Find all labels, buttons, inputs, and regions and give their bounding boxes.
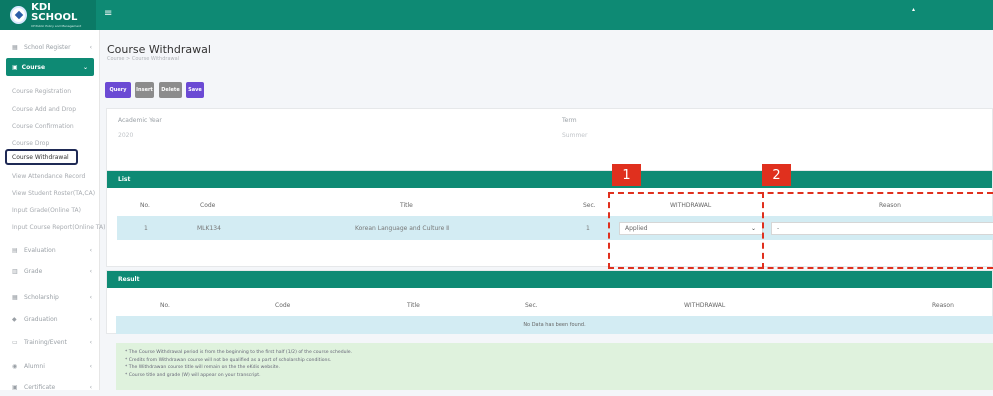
- sidebar-item-label: Evaluation: [24, 246, 56, 254]
- sidebar-subitem-input-grade[interactable]: Input Grade(Online TA): [12, 207, 81, 214]
- result-col-no: No.: [160, 302, 170, 309]
- sidebar-item-training-event[interactable]: ▭ Training/Event ‹: [0, 333, 100, 351]
- sidebar-subitem-attendance[interactable]: View Attendance Record: [12, 173, 85, 180]
- sidebar-item-course[interactable]: ▣ Course ⌄: [6, 58, 94, 76]
- chevron-left-icon: ‹: [89, 315, 92, 323]
- annotation-marker-2: 2: [762, 164, 791, 186]
- chevron-left-icon: ‹: [89, 43, 92, 51]
- course-icon: ▣: [12, 63, 18, 71]
- sidebar-subitem-course-confirmation[interactable]: Course Confirmation: [12, 123, 74, 130]
- logo[interactable]: KDI SCHOOL Of Public Policy and Manageme…: [0, 0, 96, 30]
- sidebar-subitem-course-add-drop[interactable]: Course Add and Drop: [12, 106, 76, 113]
- sidebar-item-school-register[interactable]: ▦ School Register ‹: [0, 38, 100, 56]
- scholarship-icon: ▦: [12, 293, 18, 301]
- chevron-left-icon: ‹: [89, 338, 92, 346]
- chevron-left-icon: ‹: [89, 362, 92, 370]
- grade-icon: ▥: [12, 267, 18, 275]
- sidebar-item-label: School Register: [24, 43, 71, 51]
- sidebar-subitem-student-roster[interactable]: View Student Roster(TA,CA): [12, 190, 95, 197]
- list-col-no: No.: [140, 202, 150, 209]
- sidebar-subitem-input-course-report[interactable]: Input Course Report(Online TA): [12, 224, 105, 231]
- alumni-icon: ◉: [12, 362, 18, 370]
- graduation-icon: ◆: [12, 315, 17, 323]
- delete-button[interactable]: Delete: [159, 82, 182, 98]
- result-col-sec: Sec.: [525, 302, 538, 309]
- sidebar-item-label: Course: [21, 63, 46, 71]
- list-cell-sec: 1: [586, 225, 590, 232]
- logo-subtitle: Of Public Policy and Management: [31, 23, 82, 28]
- list-col-title: Title: [400, 202, 413, 209]
- annotation-dashed-box: [608, 192, 993, 269]
- term-label: Term: [562, 117, 577, 124]
- sidebar-item-scholarship[interactable]: ▦ Scholarship ‹: [0, 288, 100, 306]
- sidebar-item-graduation[interactable]: ◆ Graduation ‹: [0, 310, 100, 328]
- page-title: Course Withdrawal: [107, 43, 211, 56]
- sidebar-subitem-course-withdrawal[interactable]: Course Withdrawal: [5, 149, 78, 165]
- result-col-reason: Reason: [932, 302, 954, 309]
- chevron-left-icon: ‹: [89, 267, 92, 275]
- logo-emblem-icon: [10, 6, 28, 24]
- sidebar-item-certificate[interactable]: ▣ Certificate ‹: [0, 378, 100, 396]
- sidebar-item-label: Training/Event: [24, 338, 67, 346]
- sidebar-subitem-course-drop[interactable]: Course Drop: [12, 140, 49, 147]
- sidebar-item-label: Certificate: [24, 383, 56, 391]
- result-header: Result: [107, 271, 992, 288]
- certificate-icon: ▣: [12, 383, 18, 391]
- sidebar-item-label: Scholarship: [24, 293, 59, 301]
- empty-result-message: No Data has been found.: [116, 316, 993, 334]
- sidebar-item-alumni[interactable]: ◉ Alumni ‹: [0, 357, 100, 375]
- chevron-down-icon: ⌄: [82, 63, 88, 71]
- academic-year-value[interactable]: 2020: [118, 132, 133, 139]
- result-col-withdrawal: WITHDRAWAL: [684, 302, 726, 309]
- save-button[interactable]: Save: [186, 82, 204, 98]
- notice-line: * Course title and grade (W) will appear…: [125, 372, 261, 378]
- training-icon: ▭: [12, 338, 18, 346]
- notice-box: * The Course Withdrawal period is from t…: [116, 343, 993, 390]
- notice-line: * The Withdrawan course title will remai…: [125, 365, 280, 370]
- breadcrumb: Course > Course Withdrawal: [107, 56, 180, 62]
- sidebar: ▦ School Register ‹ ▣ Course ⌄ Course Re…: [0, 30, 105, 391]
- list-col-code: Code: [200, 202, 216, 209]
- notice-line: * The Course Withdrawal period is from t…: [125, 350, 353, 355]
- annotation-dashed-divider: [762, 192, 764, 269]
- query-button[interactable]: Query: [105, 82, 131, 98]
- list-col-sec: Sec.: [583, 202, 596, 209]
- chevron-left-icon: ‹: [89, 383, 92, 391]
- sidebar-item-grade[interactable]: ▥ Grade ‹: [0, 262, 100, 280]
- academic-year-label: Academic Year: [118, 117, 162, 124]
- sidebar-subitem-course-registration[interactable]: Course Registration: [12, 88, 71, 95]
- hamburger-icon[interactable]: ≡: [104, 8, 112, 19]
- insert-button[interactable]: Insert: [135, 82, 154, 98]
- list-cell-no: 1: [144, 225, 148, 232]
- term-value[interactable]: Summer: [562, 132, 587, 139]
- sidebar-subitem-label: Course Withdrawal: [12, 153, 69, 161]
- chevron-left-icon: ‹: [89, 246, 92, 254]
- result-col-code: Code: [275, 302, 291, 309]
- evaluation-icon: ▤: [12, 246, 18, 254]
- list-cell-title: Korean Language and Culture Ⅱ: [355, 225, 450, 232]
- calendar-icon: ▦: [12, 43, 18, 51]
- annotation-marker-1: 1: [612, 164, 641, 186]
- logo-text: KDI SCHOOL: [31, 1, 78, 23]
- list-header: List: [107, 171, 992, 188]
- chevron-left-icon: ‹: [89, 293, 92, 301]
- sidebar-item-label: Alumni: [24, 362, 45, 370]
- result-col-title: Title: [407, 302, 420, 309]
- list-cell-code: MLK134: [197, 225, 221, 232]
- user-menu-caret-icon[interactable]: ▴: [912, 6, 915, 13]
- sidebar-item-label: Graduation: [24, 315, 58, 323]
- notice-line: * Credits from Withdrawan course will no…: [125, 357, 332, 363]
- sidebar-item-evaluation[interactable]: ▤ Evaluation ‹: [0, 241, 100, 259]
- sidebar-item-label: Grade: [24, 267, 43, 275]
- top-bar: KDI SCHOOL Of Public Policy and Manageme…: [0, 0, 993, 30]
